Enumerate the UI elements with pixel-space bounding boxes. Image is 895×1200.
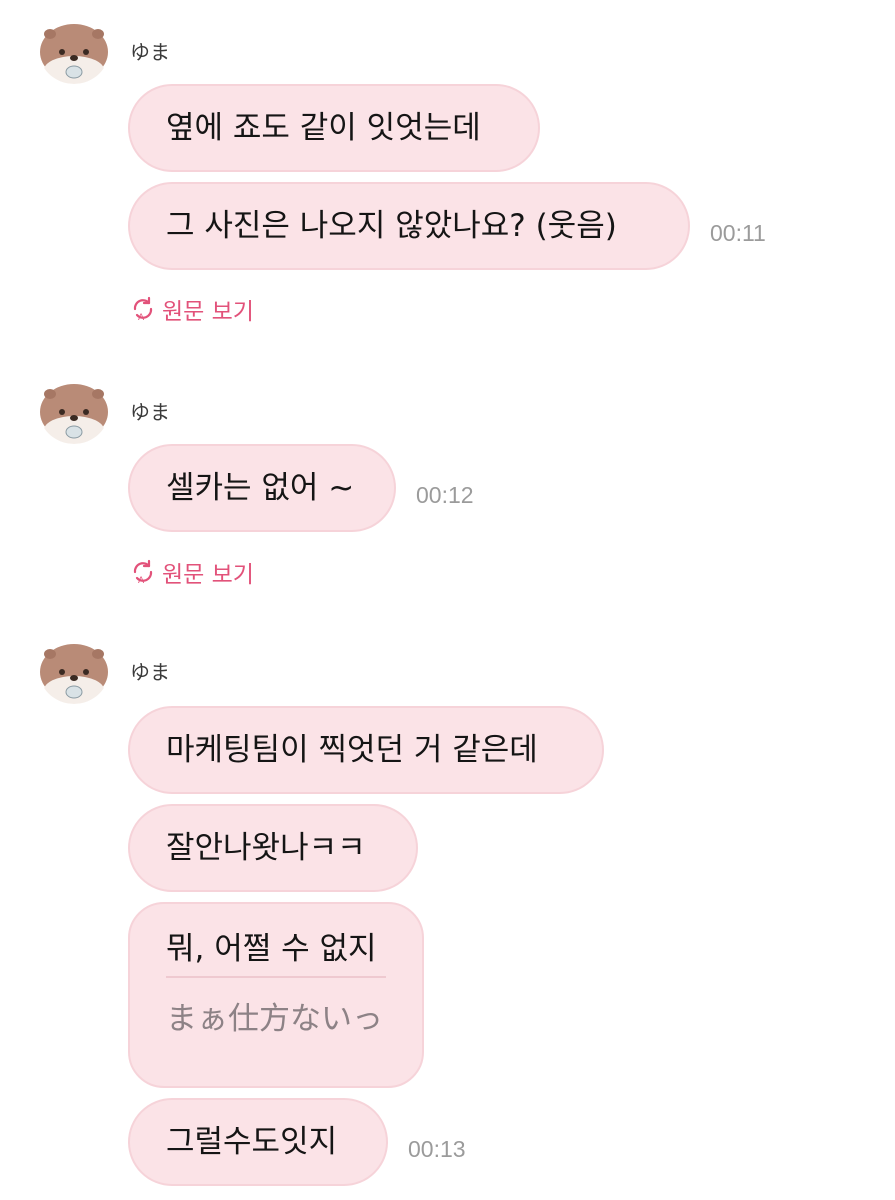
see-original-label: 원문 보기: [162, 562, 254, 588]
translated-text: まぁ仕方ないっ: [166, 1001, 383, 1037]
message-bubble[interactable]: 그 사진은 나오지 않았나요? (웃음): [128, 182, 690, 270]
svg-text:A: A: [138, 576, 145, 585]
otter-avatar-icon: [38, 12, 110, 84]
see-original-label: 원문 보기: [162, 299, 254, 325]
message-timestamp: 00:13: [408, 1136, 466, 1162]
see-original-button[interactable]: A 원문 보기: [130, 292, 254, 326]
translate-refresh-icon: A: [133, 296, 153, 322]
message-bubble[interactable]: 그럴수도잇지: [128, 1098, 388, 1186]
message-bubble[interactable]: 셀카는 없어 ~: [128, 444, 396, 532]
message-bubble[interactable]: 마케팅팀이 찍엇던 거 같은데: [128, 706, 604, 794]
message-bubble[interactable]: 옆에 죠도 같이 잇엇는데: [128, 84, 540, 172]
otter-avatar-icon: [38, 632, 110, 704]
sender-name: ゆま: [130, 660, 170, 684]
translate-refresh-icon: A: [133, 559, 153, 585]
sender-avatar[interactable]: [38, 372, 110, 444]
message-timestamp: 00:11: [710, 220, 766, 246]
message-bubble[interactable]: 잘안나왓나ㅋㅋ: [128, 804, 418, 892]
sender-name: ゆま: [130, 40, 170, 64]
svg-text:A: A: [138, 313, 145, 322]
sender-avatar[interactable]: [38, 632, 110, 704]
translated-message-bubble[interactable]: 뭐, 어쩔 수 없지 まぁ仕方ないっ: [128, 902, 424, 1088]
sender-avatar[interactable]: [38, 12, 110, 84]
message-timestamp: 00:12: [416, 482, 474, 508]
message-text: 뭐, 어쩔 수 없지: [166, 931, 377, 967]
see-original-button[interactable]: A 원문 보기: [130, 555, 254, 589]
otter-avatar-icon: [38, 372, 110, 444]
sender-name: ゆま: [130, 400, 170, 424]
